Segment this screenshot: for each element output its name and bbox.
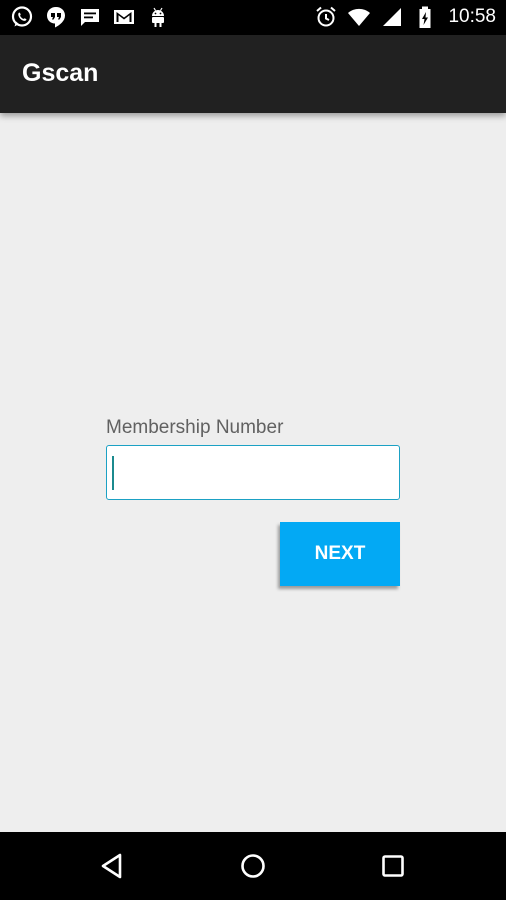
navigation-bar	[0, 832, 506, 900]
next-button[interactable]: NEXT	[280, 522, 400, 586]
notification-icons	[10, 5, 170, 29]
recents-icon[interactable]	[377, 850, 409, 882]
app-bar: Gscan	[0, 35, 506, 113]
whatsapp-icon	[11, 6, 33, 27]
system-icons: 10:58	[314, 4, 496, 30]
wifi-icon	[348, 8, 371, 26]
membership-number-label: Membership Number	[106, 417, 284, 438]
android-icon	[152, 7, 164, 27]
back-icon[interactable]	[97, 850, 129, 882]
app-title: Gscan	[22, 59, 99, 87]
battery-charging-icon	[419, 6, 431, 28]
status-bar: 10:58	[0, 0, 506, 35]
message-icon	[81, 9, 99, 26]
gmail-icon	[114, 10, 134, 24]
screen: 10:58 Gscan Membership Number NEXT	[0, 0, 506, 900]
clock: 10:58	[448, 6, 496, 27]
signal-icon	[383, 8, 402, 26]
text-cursor	[112, 456, 114, 490]
alarm-icon	[316, 6, 337, 27]
hangouts-icon	[47, 7, 65, 28]
home-icon[interactable]	[237, 850, 269, 882]
membership-number-input[interactable]	[106, 445, 400, 500]
